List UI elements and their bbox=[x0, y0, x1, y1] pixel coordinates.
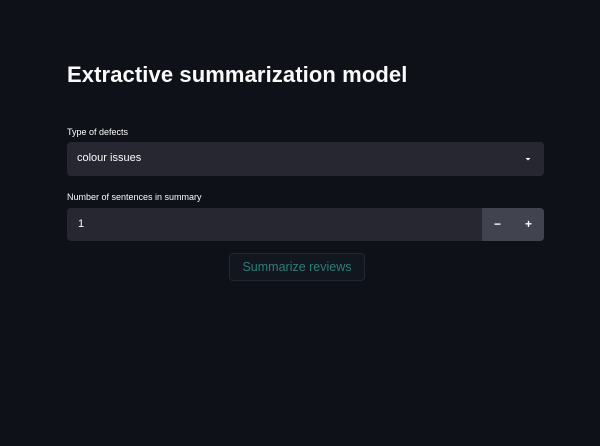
decrement-button[interactable]: − bbox=[482, 208, 513, 241]
increment-button[interactable]: + bbox=[513, 208, 544, 241]
defect-type-select[interactable]: colour issues bbox=[67, 142, 544, 176]
sentence-count-field[interactable]: 1 bbox=[67, 208, 481, 241]
defect-type-selected-value: colour issues bbox=[77, 152, 142, 164]
sentence-count-label: Number of sentences in summary bbox=[67, 192, 202, 202]
summarize-reviews-button[interactable]: Summarize reviews bbox=[229, 253, 365, 281]
page-title: Extractive summarization model bbox=[67, 62, 408, 87]
app-page: Extractive summarization model Type of d… bbox=[0, 0, 600, 446]
sentence-count-input: 1 − + bbox=[67, 208, 544, 241]
chevron-down-icon bbox=[525, 158, 531, 161]
defect-type-label: Type of defects bbox=[67, 127, 129, 137]
